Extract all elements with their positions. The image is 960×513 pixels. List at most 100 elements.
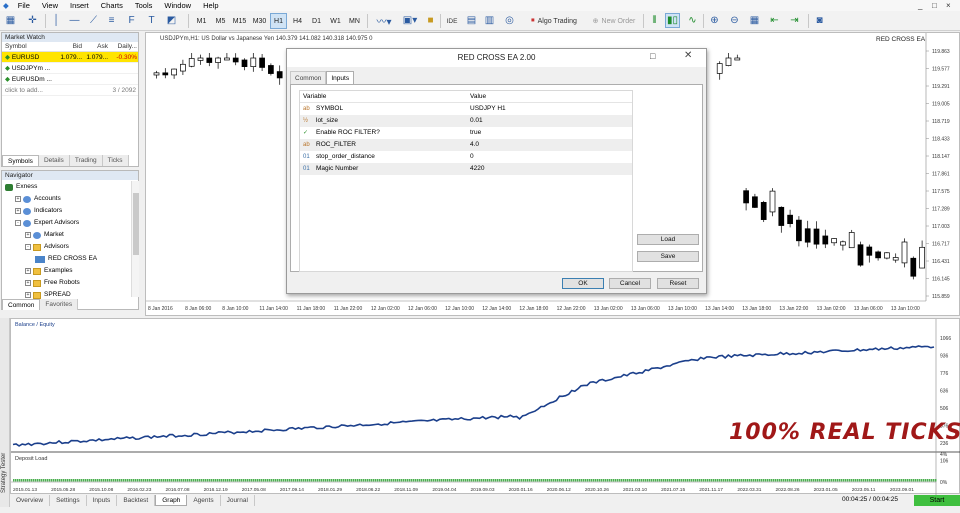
param-value[interactable]: true: [466, 127, 632, 139]
autoscroll-icon[interactable]: ⇤: [767, 13, 782, 28]
fibonacci-icon[interactable]: F: [124, 13, 139, 28]
menu-insert[interactable]: Insert: [64, 0, 95, 11]
col-symbol[interactable]: Symbol: [2, 42, 58, 51]
close-button[interactable]: ×: [946, 0, 951, 11]
restore-button[interactable]: □: [932, 0, 937, 11]
signals-icon[interactable]: ◎: [502, 13, 517, 28]
param-row[interactable]: ✓ Enable ROC FILTER? true: [300, 127, 632, 139]
tab-inputs[interactable]: Inputs: [87, 495, 118, 506]
timeframe-h1[interactable]: H1: [270, 13, 287, 29]
param-value[interactable]: USDJPY H1: [466, 103, 632, 115]
market-watch-row[interactable]: ◆ EURUSDm ...: [2, 74, 138, 85]
new-chart-icon[interactable]: ▦: [3, 13, 18, 28]
dialog-close-icon[interactable]: ✕: [684, 50, 692, 61]
reset-button[interactable]: Reset: [657, 278, 699, 289]
param-value[interactable]: 4.0: [466, 139, 632, 151]
trendline-icon[interactable]: ⟋: [86, 13, 101, 28]
navigator-item[interactable]: + Examples: [2, 265, 138, 277]
expand-icon[interactable]: +: [25, 280, 31, 286]
timeframe-m15[interactable]: M15: [231, 13, 248, 29]
chart-shift-icon[interactable]: ⇥: [787, 13, 802, 28]
collapse-icon[interactable]: -: [25, 244, 31, 250]
timeframe-m1[interactable]: M1: [193, 13, 210, 29]
timeframe-m5[interactable]: M5: [212, 13, 229, 29]
expand-icon[interactable]: +: [15, 196, 21, 202]
scrollbar-thumb[interactable]: [133, 193, 139, 255]
vertical-line-icon[interactable]: │: [49, 13, 64, 28]
navigator-item[interactable]: + Free Robots: [2, 277, 138, 289]
tab-ticks[interactable]: Ticks: [102, 155, 129, 166]
timeframe-w1[interactable]: W1: [327, 13, 344, 29]
zoom-in-icon[interactable]: ⊕: [707, 13, 722, 28]
templates-menu-icon[interactable]: ▣▾: [398, 13, 422, 28]
param-value[interactable]: 0: [466, 151, 632, 163]
market-watch-row[interactable]: ◆ USDJPYm ...: [2, 63, 138, 74]
market-icon[interactable]: ▥: [482, 13, 497, 28]
dialog-minimize-icon[interactable]: □: [650, 51, 655, 61]
navigator-item[interactable]: - Expert Advisors: [2, 217, 138, 229]
add-symbol-label[interactable]: click to add...: [2, 85, 92, 95]
timeframe-m30[interactable]: M30: [251, 13, 268, 29]
navigator-scrollbar[interactable]: [131, 181, 139, 297]
market-watch-row[interactable]: ◆ EURUSD 1.079... 1.079... -0.30%: [2, 52, 138, 63]
tab-journal[interactable]: Journal: [221, 495, 255, 506]
tab-common[interactable]: Common: [2, 299, 41, 310]
navigator-item[interactable]: RED CROSS EA: [2, 253, 138, 265]
tab-trading[interactable]: Trading: [69, 155, 103, 166]
line-chart-icon[interactable]: ∿: [685, 13, 700, 28]
collapse-icon[interactable]: -: [15, 220, 21, 226]
horizontal-line-icon[interactable]: —: [67, 13, 82, 28]
timeframe-mn[interactable]: MN: [346, 13, 363, 29]
param-value[interactable]: 4220: [466, 163, 632, 175]
col-daily[interactable]: Daily...: [108, 42, 137, 51]
tab-favorites[interactable]: Favorites: [40, 299, 79, 310]
terminal-icon[interactable]: ▤: [464, 13, 479, 28]
expand-icon[interactable]: +: [25, 232, 31, 238]
tab-settings[interactable]: Settings: [50, 495, 87, 506]
navigator-item[interactable]: + Market: [2, 229, 138, 241]
tab-agents[interactable]: Agents: [187, 495, 221, 506]
shapes-icon[interactable]: ◩: [164, 13, 179, 28]
screenshot-icon[interactable]: ◙: [812, 13, 827, 28]
param-row[interactable]: ab ROC_FILTER 4.0: [300, 139, 632, 151]
new-order-button[interactable]: ⊕ New Order: [588, 13, 640, 29]
market-watch-add-row[interactable]: click to add... 3 / 2092: [2, 85, 138, 96]
algo-trading-button[interactable]: ⏹ Algo Trading: [522, 13, 586, 29]
param-value[interactable]: 0.01: [466, 115, 632, 127]
menu-view[interactable]: View: [36, 0, 64, 11]
expand-icon[interactable]: +: [15, 208, 21, 214]
save-button[interactable]: Save: [637, 251, 699, 262]
load-button[interactable]: Load: [637, 234, 699, 245]
navigator-item[interactable]: Exness: [2, 181, 138, 193]
param-row[interactable]: ab SYMBOL USDJPY H1: [300, 103, 632, 115]
tile-windows-icon[interactable]: ▦: [747, 13, 762, 28]
navigator-item[interactable]: + Indicators: [2, 205, 138, 217]
zoom-out-icon[interactable]: ⊖: [727, 13, 742, 28]
col-ask[interactable]: Ask: [82, 42, 108, 51]
indicators-menu-icon[interactable]: 〰▾: [372, 13, 396, 28]
tab-overview[interactable]: Overview: [10, 495, 51, 506]
tab-graph[interactable]: Graph: [155, 495, 188, 506]
timeframe-h4[interactable]: H4: [289, 13, 306, 29]
menu-window[interactable]: Window: [158, 0, 197, 11]
menu-charts[interactable]: Charts: [95, 0, 129, 11]
bar-chart-icon[interactable]: ⫴: [647, 13, 662, 28]
param-row[interactable]: 01 stop_order_distance 0: [300, 151, 632, 163]
menu-help[interactable]: Help: [197, 0, 224, 11]
cancel-button[interactable]: Cancel: [609, 278, 651, 289]
menu-file[interactable]: File: [12, 0, 36, 11]
ok-button[interactable]: OK: [562, 278, 604, 289]
start-button[interactable]: Start: [914, 495, 960, 506]
tab-backtest[interactable]: Backtest: [117, 495, 156, 506]
equidistant-channel-icon[interactable]: ≡: [104, 13, 119, 28]
strategy-tester-sidebar[interactable]: Strategy Tester: [0, 318, 10, 513]
tab-details[interactable]: Details: [38, 155, 70, 166]
minimize-button[interactable]: _: [918, 0, 922, 11]
timeframe-d1[interactable]: D1: [308, 13, 325, 29]
param-row[interactable]: 01 Magic Number 4220: [300, 163, 632, 175]
ide-button[interactable]: IDE: [444, 13, 460, 29]
col-bid[interactable]: Bid: [58, 42, 82, 51]
crosshair-icon[interactable]: ✛: [25, 13, 40, 28]
candlestick-chart-icon[interactable]: ▮▯: [665, 13, 680, 28]
strategy-icon[interactable]: ■: [423, 13, 438, 28]
